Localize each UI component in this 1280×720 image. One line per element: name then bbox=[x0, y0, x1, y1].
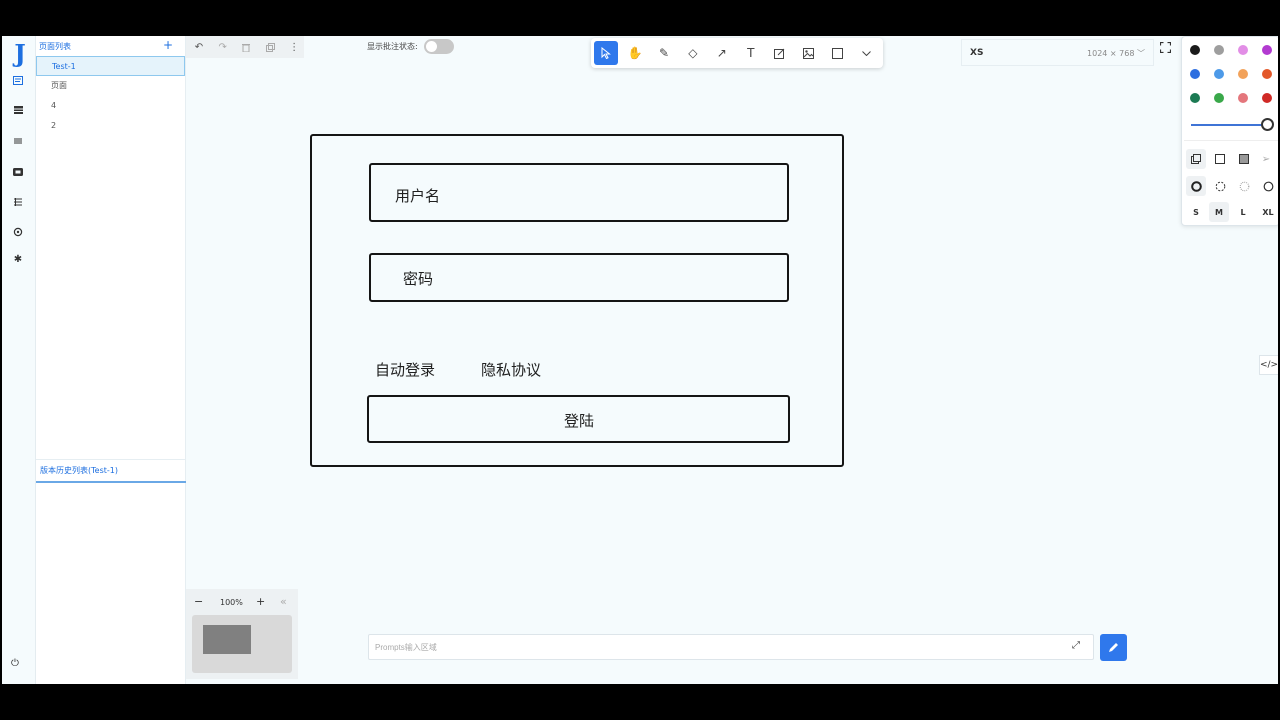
trash-icon[interactable] bbox=[237, 38, 257, 56]
prompt-input-box: ⤢ bbox=[368, 634, 1094, 660]
edit-toolbar: ↶ ↷ ⋮ bbox=[186, 36, 304, 58]
color-swatch[interactable] bbox=[1262, 69, 1272, 79]
version-history-tab[interactable]: 版本历史列表(Test-1) bbox=[36, 459, 186, 483]
style-panel: ➢ S M L XL bbox=[1181, 36, 1278, 226]
logo: J bbox=[14, 38, 26, 68]
prompt-input[interactable] bbox=[369, 635, 1059, 660]
zoom-out-button[interactable]: − bbox=[194, 595, 203, 608]
color-swatch[interactable] bbox=[1214, 93, 1224, 103]
app-window: J ✱ ⏻ 页面列表 + Test-1 页面 4 2 版本历史列表(Test-1… bbox=[0, 36, 1280, 684]
drawing-canvas[interactable]: 用户名 密码 自动登录 隐私协议 登陆 bbox=[186, 58, 1181, 658]
icon-rail: J ✱ ⏻ bbox=[2, 36, 36, 684]
layers-icon[interactable] bbox=[10, 194, 26, 210]
username-label: 用户名 bbox=[395, 187, 441, 205]
size-option-m[interactable]: M bbox=[1209, 202, 1229, 222]
pages-icon[interactable] bbox=[10, 72, 26, 88]
expand-icon[interactable]: ⤢ bbox=[1072, 640, 1080, 651]
page-list-title: 页面列表 bbox=[39, 42, 71, 51]
login-button-label: 登陆 bbox=[564, 412, 595, 430]
password-label: 密码 bbox=[403, 270, 434, 288]
add-page-button[interactable]: + bbox=[163, 38, 173, 52]
zoom-panel: − 100% + « bbox=[186, 589, 298, 679]
zoom-in-button[interactable]: + bbox=[256, 595, 265, 608]
color-swatch[interactable] bbox=[1190, 45, 1200, 55]
page-item[interactable]: 页面 bbox=[36, 76, 185, 96]
auto-login-label: 自动登录 bbox=[375, 361, 436, 379]
color-swatch[interactable] bbox=[1190, 93, 1200, 103]
settings-icon[interactable] bbox=[10, 224, 26, 240]
page-item[interactable]: 4 bbox=[36, 96, 185, 116]
more-vertical-icon[interactable]: ⋮ bbox=[284, 38, 304, 56]
generate-button[interactable] bbox=[1100, 634, 1127, 661]
gear-icon[interactable]: ✱ bbox=[10, 251, 26, 267]
page-item[interactable]: 2 bbox=[36, 116, 185, 136]
fill-semi-icon[interactable] bbox=[1210, 149, 1230, 169]
color-swatch[interactable] bbox=[1238, 69, 1248, 79]
power-icon[interactable]: ⏻ bbox=[11, 658, 19, 669]
fill-none-icon[interactable] bbox=[1186, 149, 1206, 169]
stroke-dashed-icon[interactable] bbox=[1210, 176, 1230, 196]
color-swatch[interactable] bbox=[1262, 45, 1272, 55]
color-swatch[interactable] bbox=[1190, 69, 1200, 79]
minimap[interactable] bbox=[192, 615, 292, 673]
privacy-agreement-label: 隐私协议 bbox=[481, 361, 542, 379]
code-view-icon[interactable]: </> bbox=[1259, 355, 1278, 375]
copy-icon[interactable] bbox=[260, 38, 280, 56]
viewport-size-name: XS bbox=[970, 48, 984, 58]
page-item[interactable]: Test-1 bbox=[36, 56, 185, 76]
annotation-toggle-label: 显示批注状态: bbox=[367, 42, 418, 51]
color-swatch[interactable] bbox=[1214, 69, 1224, 79]
send-icon[interactable]: ➢ bbox=[1256, 149, 1276, 169]
opacity-slider-track[interactable] bbox=[1191, 124, 1267, 126]
undo-icon[interactable]: ↶ bbox=[189, 38, 209, 56]
stroke-solid-icon[interactable] bbox=[1258, 176, 1278, 196]
minimap-viewport[interactable] bbox=[203, 625, 251, 654]
size-option-s[interactable]: S bbox=[1186, 202, 1206, 222]
color-swatch[interactable] bbox=[1214, 45, 1224, 55]
stroke-dotted-icon[interactable] bbox=[1234, 176, 1254, 196]
fill-solid-icon[interactable] bbox=[1234, 149, 1254, 169]
size-option-l[interactable]: L bbox=[1233, 202, 1253, 222]
size-option-xl[interactable]: XL bbox=[1258, 202, 1278, 222]
color-swatch[interactable] bbox=[1262, 93, 1272, 103]
color-swatch[interactable] bbox=[1238, 45, 1248, 55]
color-swatch[interactable] bbox=[1238, 93, 1248, 103]
video-icon[interactable] bbox=[10, 164, 26, 180]
page-list-panel: 页面列表 + Test-1 页面 4 2 版本历史列表(Test-1) bbox=[36, 36, 186, 684]
annotation-toggle[interactable] bbox=[424, 39, 454, 54]
menu-icon[interactable] bbox=[10, 133, 26, 149]
divider bbox=[1184, 140, 1278, 141]
zoom-level: 100% bbox=[220, 598, 243, 607]
opacity-slider-handle[interactable] bbox=[1261, 118, 1274, 131]
chevron-down-icon: ﹀ bbox=[1137, 49, 1145, 58]
stroke-draw-icon[interactable] bbox=[1186, 176, 1206, 196]
redo-icon[interactable]: ↷ bbox=[213, 38, 233, 56]
collapse-minimap-button[interactable]: « bbox=[280, 595, 287, 608]
list-icon[interactable] bbox=[10, 102, 26, 118]
